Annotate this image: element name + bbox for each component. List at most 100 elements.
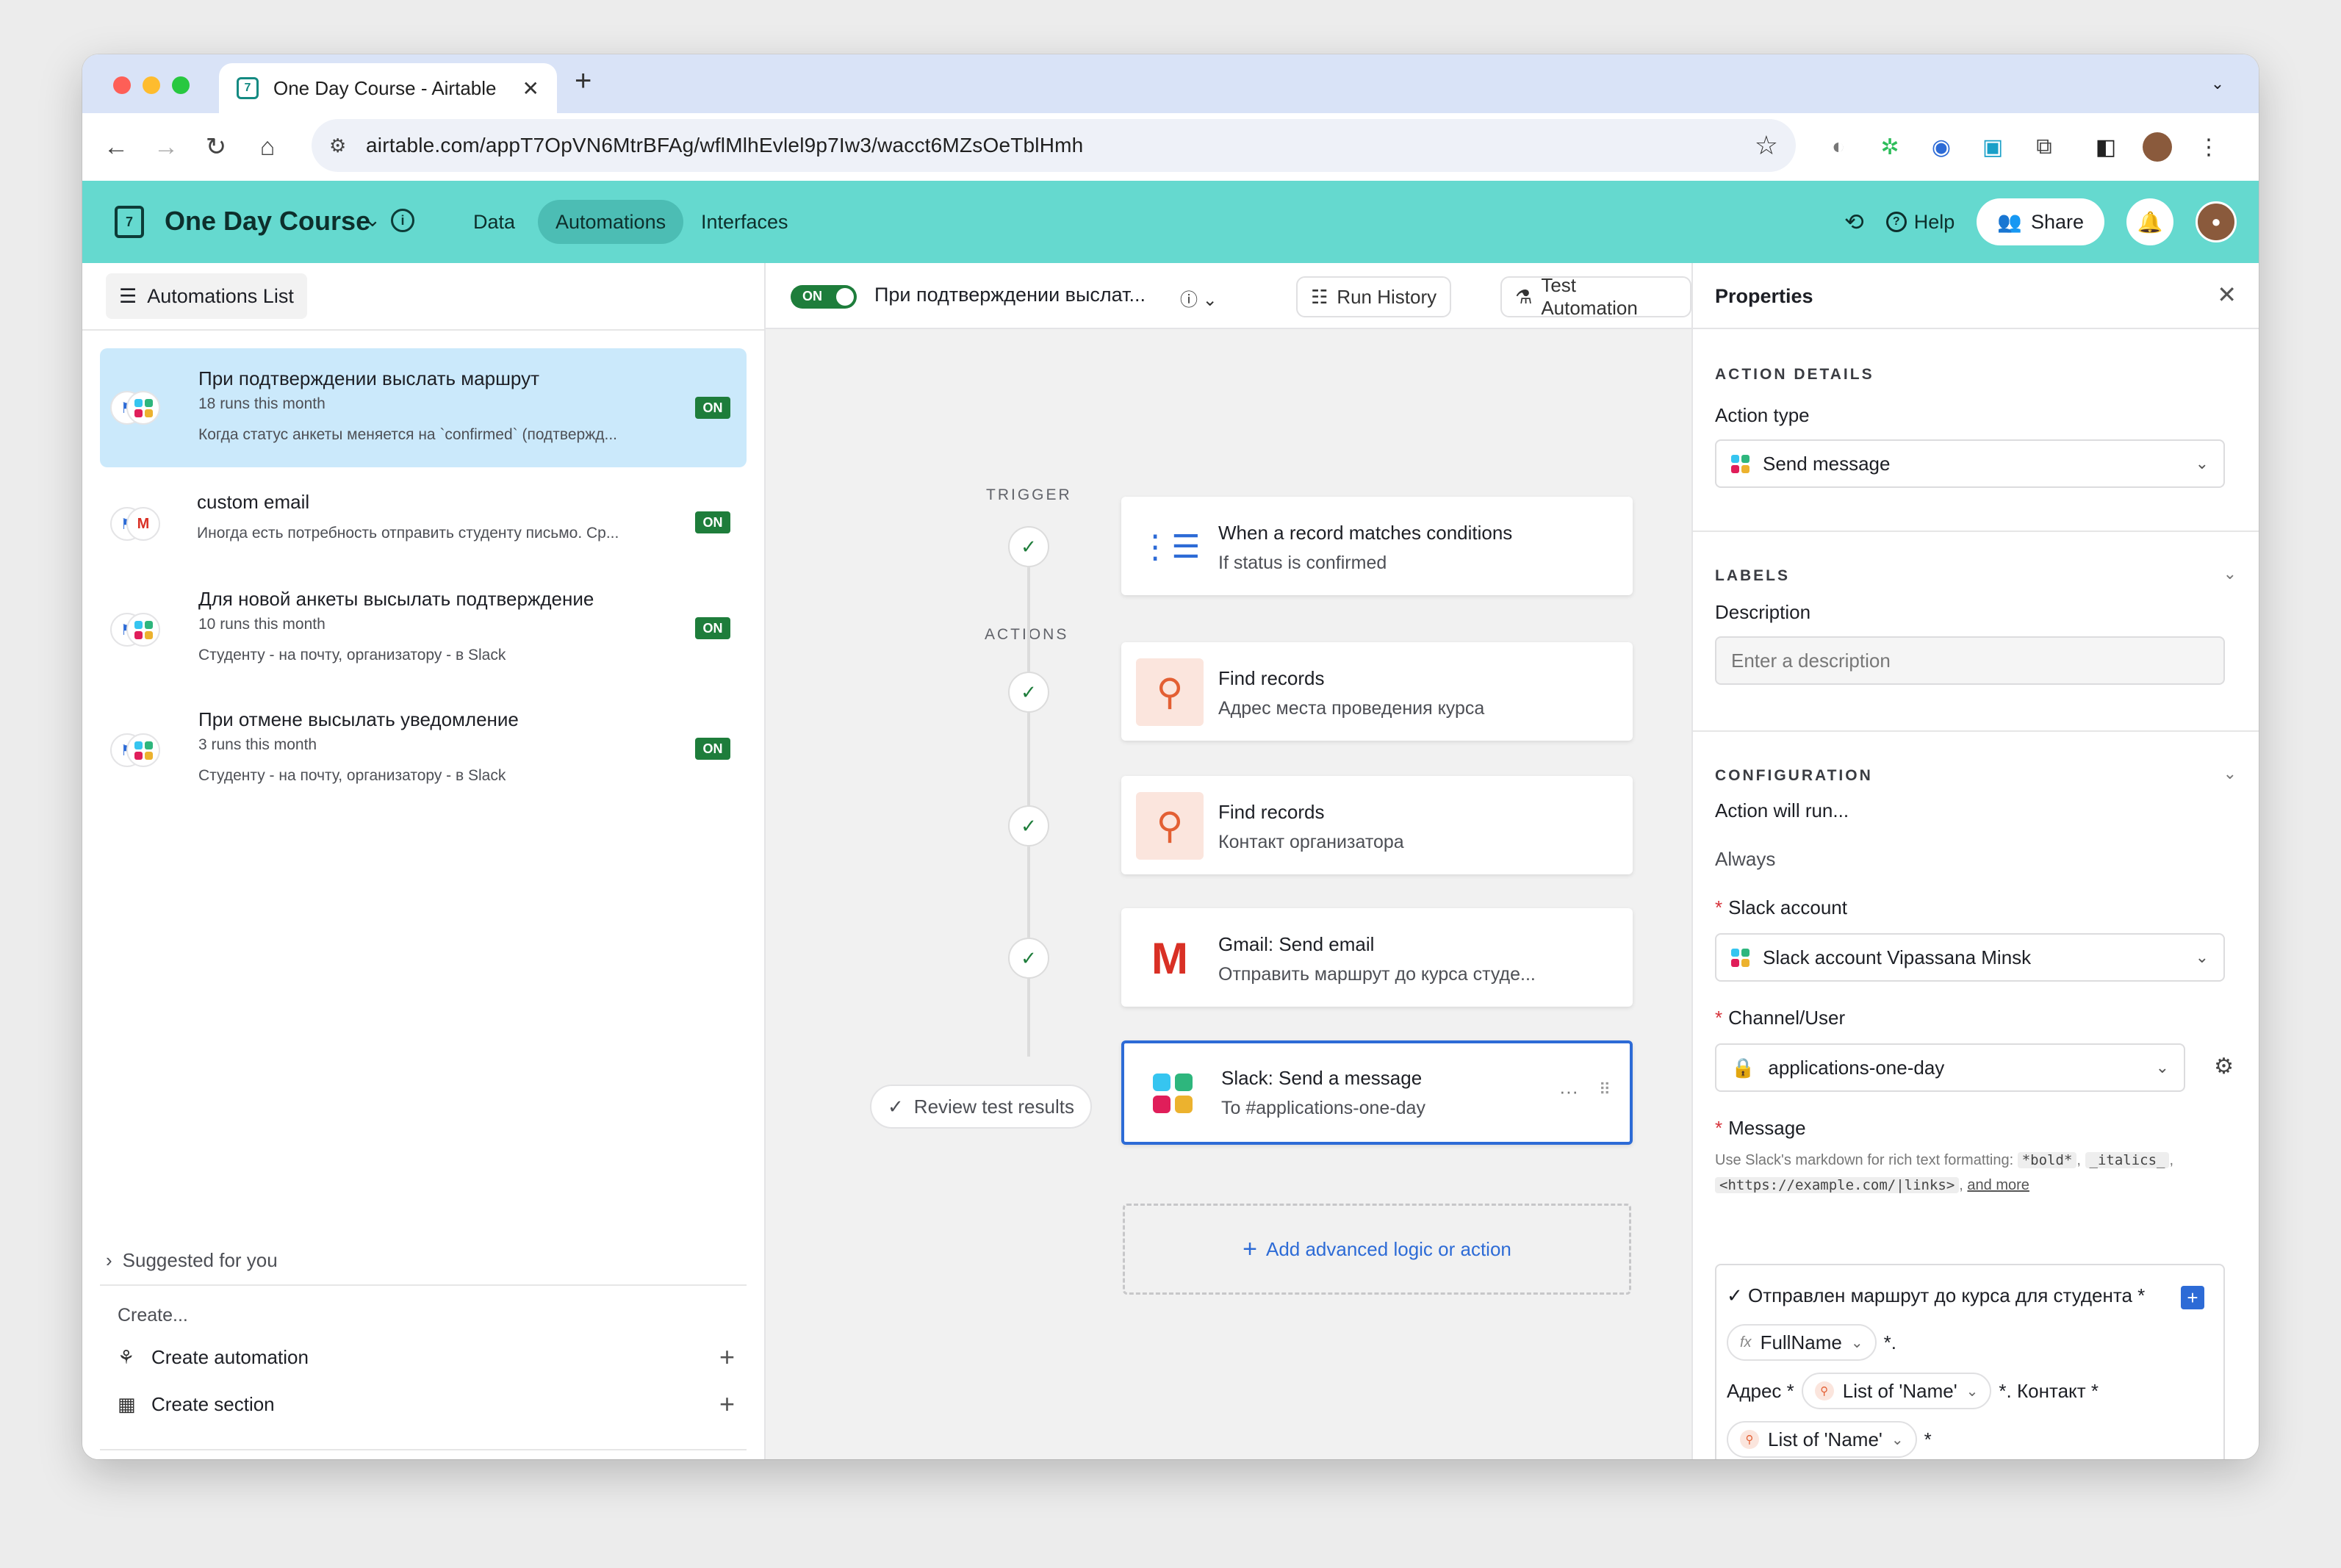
back-button[interactable]: ← (96, 126, 137, 168)
reload-button[interactable]: ↻ (195, 126, 237, 168)
automation-description: Студенту - на почту, организатору - в Sl… (198, 647, 506, 663)
divider (82, 329, 764, 331)
puzzle-icon[interactable]: ⧉ (2027, 129, 2062, 165)
automation-canvas: ON При подтверждении выслат... ⓘ ⌄ ☷ Run… (766, 263, 1691, 1459)
action-card[interactable]: ⚲ Find records Адрес места проведения ку… (1121, 642, 1633, 741)
automations-list-button[interactable]: ☰ Automations List (106, 273, 307, 319)
channel-select[interactable]: 🔒 applications-one-day ⌄ (1715, 1043, 2185, 1092)
profile-avatar[interactable] (2140, 129, 2175, 165)
automation-icons: ⚑ (110, 733, 162, 770)
more-link[interactable]: and more (1967, 1177, 2029, 1193)
automations-sidebar: ☰ Automations List ⚑ При подтверждении в… (82, 263, 766, 1459)
site-settings-icon[interactable]: ⚙ (329, 134, 366, 157)
action-card-selected[interactable]: Slack: Send a message To #applications-o… (1121, 1040, 1633, 1145)
extension-icon[interactable]: ◉ (1924, 129, 1959, 165)
review-test-results-button[interactable]: ✓ Review test results (870, 1085, 1092, 1129)
chevron-down-icon[interactable]: ⌄ (2223, 564, 2237, 583)
slack-account-select[interactable]: Slack account Vipassana Minsk ⌄ (1715, 933, 2225, 982)
new-tab-button[interactable]: + (575, 65, 591, 98)
history-icon[interactable]: ⟲ (1844, 208, 1864, 236)
create-automation-button[interactable]: ⚘ Create automation + (118, 1339, 735, 1375)
maximize-window-button[interactable] (172, 76, 190, 94)
minimize-window-button[interactable] (143, 76, 160, 94)
base-name[interactable]: One Day Course (165, 206, 370, 237)
extension-icon[interactable]: ◐ (1821, 129, 1856, 165)
properties-title: Properties (1715, 285, 1813, 307)
calendar-icon: 7 (237, 77, 259, 99)
description-input[interactable]: Enter a description (1715, 636, 2225, 685)
automation-toggle[interactable]: ON (791, 285, 857, 309)
extension-icon[interactable]: ▣ (1975, 129, 2010, 165)
automation-item[interactable]: ⚑ M custom email Иногда есть потребность… (100, 478, 747, 566)
close-icon[interactable]: ✕ (522, 76, 539, 101)
trigger-card[interactable]: ⋮☰ When a record matches conditions If s… (1121, 497, 1633, 595)
nav-interfaces[interactable]: Interfaces (683, 200, 806, 244)
insert-field-button[interactable]: + (2181, 1286, 2204, 1309)
address-bar[interactable]: ⚙ airtable.com/appT7OpVN6MtrBFAg/wflMlhE… (312, 119, 1796, 172)
field-token-fullname[interactable]: fx FullName ⌄ (1727, 1324, 1877, 1361)
browser-window: 7 One Day Course - Airtable ✕ + ⌄ ← → ↻ … (82, 54, 2259, 1459)
bell-icon[interactable]: 🔔 (2126, 198, 2173, 245)
automation-item[interactable]: ⚑ Для новой анкеты высылать подтверждени… (100, 572, 747, 682)
close-window-button[interactable] (113, 76, 131, 94)
share-button[interactable]: 👥 Share (1977, 198, 2104, 245)
slack-icon (126, 733, 160, 767)
extension-icon[interactable]: ✲ (1872, 129, 1907, 165)
slack-icon (126, 391, 160, 425)
chevron-down-icon[interactable]: ⌄ (364, 209, 381, 231)
automation-title: Для новой анкеты высылать подтверждение (198, 588, 594, 610)
plus-icon[interactable]: + (719, 1342, 735, 1373)
close-icon[interactable]: ✕ (2217, 281, 2237, 309)
field-token-list-name[interactable]: ⚲ List of 'Name' ⌄ (1801, 1373, 1992, 1409)
automation-title: custom email (197, 491, 310, 513)
chevron-down-icon: ⌄ (1891, 1431, 1904, 1448)
info-icon[interactable]: i (391, 209, 414, 232)
chevron-down-icon: ⌄ (2155, 1058, 2169, 1076)
card-title: Gmail: Send email (1218, 933, 1375, 955)
add-action-label: Add advanced logic or action (1265, 1237, 1511, 1260)
message-editor[interactable]: ✓ Отправлен маршрут до курса для студент… (1715, 1264, 2225, 1459)
menu-icon[interactable]: ⋮ (2191, 129, 2226, 165)
create-section-button[interactable]: ▦ Create section + (118, 1386, 735, 1423)
automation-item[interactable]: ⚑ При отмене высылать уведомление 3 runs… (100, 692, 747, 802)
section-labels: LABELS (1715, 567, 1790, 584)
star-icon[interactable]: ☆ (1755, 130, 1778, 161)
toggle-knob (836, 288, 854, 306)
more-icon[interactable]: ··· (1559, 1080, 1578, 1103)
avatar[interactable]: ● (2196, 201, 2237, 242)
gear-icon[interactable]: ⚙ (2214, 1054, 2234, 1079)
browser-tab[interactable]: 7 One Day Course - Airtable ✕ (219, 63, 557, 113)
properties-header: Properties ✕ (1693, 263, 2259, 329)
automation-name[interactable]: При подтверждении выслат... (874, 284, 1146, 306)
chevron-down-icon[interactable]: ⌄ (2223, 764, 2237, 783)
nav-automations[interactable]: Automations (538, 200, 684, 244)
field-token-list-name[interactable]: ⚲ List of 'Name' ⌄ (1727, 1421, 1917, 1458)
home-icon[interactable]: ⌂ (247, 126, 288, 168)
action-card[interactable]: M Gmail: Send email Отправить маршрут до… (1121, 908, 1633, 1007)
properties-panel: Properties ✕ ACTION DETAILS Action type … (1691, 263, 2259, 1459)
slack-icon (1731, 948, 1750, 967)
automation-title: При подтверждении выслать маршрут (198, 367, 540, 389)
run-history-button[interactable]: ☷ Run History (1296, 276, 1452, 317)
plus-icon[interactable]: + (719, 1389, 735, 1420)
forward-button[interactable]: → (145, 126, 187, 168)
chevron-down-icon: ⌄ (1966, 1383, 1979, 1400)
automation-runs: 10 runs this month (198, 616, 326, 633)
nav-data[interactable]: Data (456, 200, 533, 244)
add-action-button[interactable]: + Add advanced logic or action (1123, 1204, 1631, 1295)
flask-icon: ⚗ (1515, 285, 1533, 308)
url-text[interactable]: airtable.com/appT7OpVN6MtrBFAg/wflMlhEvl… (366, 134, 1755, 157)
chevron-down-icon[interactable]: ⌄ (2203, 69, 2232, 98)
help-button[interactable]: ? Help (1885, 211, 1955, 234)
suggested-for-you[interactable]: › Suggested for you (106, 1249, 278, 1272)
info-icon[interactable]: ⓘ ⌄ (1180, 285, 1218, 311)
test-automation-button[interactable]: ⚗ Test Automation (1500, 274, 1691, 319)
divider (100, 1449, 747, 1450)
canvas-toolbar: ON При подтверждении выслат... ⓘ ⌄ ☷ Run… (766, 263, 1691, 329)
drag-handle-icon[interactable]: ⠿ (1599, 1080, 1611, 1099)
action-card[interactable]: ⚲ Find records Контакт организатора (1121, 776, 1633, 874)
divider (1693, 730, 2259, 732)
action-type-select[interactable]: Send message ⌄ (1715, 439, 2225, 488)
sidebar-icon[interactable]: ◧ (2088, 129, 2124, 165)
automation-item[interactable]: ⚑ При подтверждении выслать маршрут 18 r… (100, 348, 747, 467)
